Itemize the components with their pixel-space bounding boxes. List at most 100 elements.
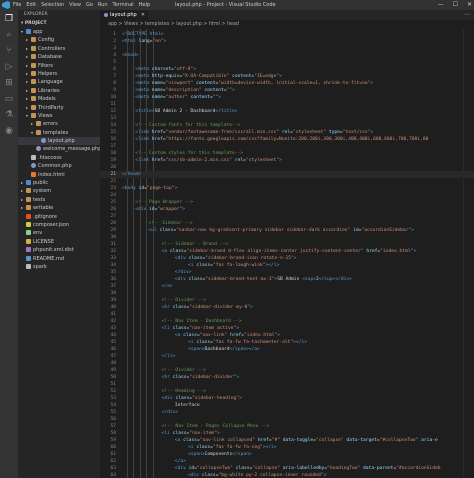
- minimize-button[interactable]: —: [438, 1, 444, 8]
- tree-item[interactable]: ▸ Language: [18, 78, 100, 86]
- code-line[interactable]: 47 </li>: [100, 353, 474, 360]
- code-line[interactable]: 1 <!DOCTYPE html>: [100, 31, 474, 38]
- tree-item[interactable]: README.md: [18, 255, 100, 263]
- code-line[interactable]: 27: [100, 213, 474, 220]
- code-line[interactable]: 48: [100, 360, 474, 367]
- code-line[interactable]: 32 <a class="sidebar-brand d-flex align-i…: [100, 248, 474, 255]
- code-line[interactable]: 21 </head>: [100, 171, 474, 178]
- code-line[interactable]: 56: [100, 416, 474, 423]
- code-line[interactable]: 6 <meta charset="utf-8">: [100, 66, 474, 73]
- code-line[interactable]: 41: [100, 311, 474, 318]
- menu-item-run[interactable]: Run: [98, 2, 108, 8]
- breadcrumb[interactable]: app > Views > templates > layout.php > h…: [100, 20, 474, 29]
- menu-item-help[interactable]: Help: [139, 2, 150, 8]
- tree-item[interactable]: ▸ Filters: [18, 62, 100, 70]
- code-line[interactable]: 42 <!-- Nav Item - Dashboard -->: [100, 318, 474, 325]
- code-line[interactable]: 30: [100, 234, 474, 241]
- git-lens-icon[interactable]: ◉: [4, 126, 14, 136]
- code-line[interactable]: 52 <!-- Heading -->: [100, 388, 474, 395]
- tree-item[interactable]: .htaccess: [18, 154, 100, 162]
- tree-item[interactable]: ▸ Helpers: [18, 70, 100, 78]
- code-line[interactable]: 43 <li class="nav-item active">: [100, 325, 474, 332]
- code-line[interactable]: 22: [100, 178, 474, 185]
- code-line[interactable]: 38: [100, 290, 474, 297]
- code-line[interactable]: 35 </div>: [100, 269, 474, 276]
- code-line[interactable]: 28 <!-- Sidebar -->: [100, 220, 474, 227]
- menu-item-view[interactable]: View: [69, 2, 81, 8]
- menu-item-selection[interactable]: Selection: [41, 2, 64, 8]
- source-control-icon[interactable]: ⑂: [4, 46, 14, 56]
- tree-item[interactable]: layout.php: [18, 137, 100, 146]
- project-root[interactable]: ▾ PROJECT: [18, 20, 100, 28]
- tree-item[interactable]: LICENSE: [18, 238, 100, 246]
- code-line[interactable]: 15 <link href="vendor/fontawesome-free/cs…: [100, 129, 474, 136]
- code-line[interactable]: 49 <!-- Divider -->: [100, 367, 474, 374]
- tree-item[interactable]: ▸ ThirdParty: [18, 104, 100, 112]
- code-line[interactable]: 57 <!-- Nav Item - Pages Collapse Menu --…: [100, 423, 474, 430]
- code-line[interactable]: 4 <head>: [100, 52, 474, 59]
- tree-item[interactable]: ▸ system: [18, 187, 100, 195]
- code-line[interactable]: 33 <div class="sidebar-brand-icon rotate-…: [100, 255, 474, 262]
- code-line[interactable]: 60 <i class="fas fa-fw fa-cog"></i>: [100, 444, 474, 451]
- tree-item[interactable]: Common.php: [18, 162, 100, 170]
- code-line[interactable]: 46 <span>Dashboard</span></a>: [100, 346, 474, 353]
- menu-item-file[interactable]: File: [13, 2, 21, 8]
- code-line[interactable]: 34 <i class="fas fa-laugh-wink"></i>: [100, 262, 474, 269]
- code-line[interactable]: 7 <meta http-equiv="X-UA-Compatible" cont…: [100, 73, 474, 80]
- extensions-icon[interactable]: ⊞: [4, 78, 14, 88]
- code-line[interactable]: 45 <i class="fas fa-fw fa-tachometer-alt"…: [100, 339, 474, 346]
- code-line[interactable]: 36 <div class="sidebar-brand-text mx-3">S…: [100, 276, 474, 283]
- code-line[interactable]: 50 <hr class="sidebar-divider">: [100, 374, 474, 381]
- code-line[interactable]: 19 <link href="css/sb-admin-2.min.css" re…: [100, 157, 474, 164]
- search-icon[interactable]: ⌕: [4, 30, 14, 40]
- tree-item[interactable]: ▸ Libraries: [18, 87, 100, 95]
- code-editor[interactable]: 1 <!DOCTYPE html> 2 <html lang="en"> 3 4 <head…: [100, 29, 474, 478]
- tree-item[interactable]: ▸ Controllers: [18, 45, 100, 53]
- tree-item[interactable]: ▸ writable: [18, 204, 100, 212]
- code-line[interactable]: 2 <html lang="en">: [100, 38, 474, 45]
- code-line[interactable]: 13: [100, 115, 474, 122]
- tree-item[interactable]: ▸ public: [18, 179, 100, 187]
- explorer-icon[interactable]: ❐: [4, 14, 14, 24]
- code-line[interactable]: 53 <div class="sidebar-heading">: [100, 395, 474, 402]
- remote-explorer-icon[interactable]: ▭: [4, 94, 14, 104]
- menu-item-edit[interactable]: Edit: [26, 2, 36, 8]
- code-line[interactable]: 58 <li class="nav-item">: [100, 430, 474, 437]
- menu-item-go[interactable]: Go: [86, 2, 93, 8]
- tree-item[interactable]: ▸ tests: [18, 196, 100, 204]
- tree-item[interactable]: ▸ Config: [18, 36, 100, 44]
- close-icon[interactable]: ✕: [141, 10, 145, 20]
- tree-item[interactable]: ▸ Database: [18, 53, 100, 61]
- code-line[interactable]: 17: [100, 143, 474, 150]
- code-line[interactable]: 11: [100, 101, 474, 108]
- code-line[interactable]: 29 <ul class="navbar-nav bg-gradient-prim…: [100, 227, 474, 234]
- code-line[interactable]: 20: [100, 164, 474, 171]
- code-line[interactable]: 9 <meta name="description" content="">: [100, 87, 474, 94]
- code-line[interactable]: 63 <div id="collapseTwo" class="collapse"…: [100, 465, 474, 472]
- code-line[interactable]: 39 <!-- Divider -->: [100, 297, 474, 304]
- code-line[interactable]: 62 </a>: [100, 458, 474, 465]
- code-line[interactable]: 16 <link href="https://fonts.googleapis.c…: [100, 136, 474, 143]
- code-line[interactable]: 59 <a class="nav-link collapsed" href="#"…: [100, 437, 474, 444]
- more-actions-icon[interactable]: ⋯: [464, 10, 470, 20]
- code-line[interactable]: 25 <!-- Page Wrapper -->: [100, 199, 474, 206]
- tree-item[interactable]: ▾ templates: [18, 129, 100, 137]
- tree-item[interactable]: spark: [18, 263, 100, 271]
- code-line[interactable]: 31 <!-- Sidebar - Brand -->: [100, 241, 474, 248]
- code-line[interactable]: 5: [100, 59, 474, 66]
- maximize-button[interactable]: ☐: [453, 1, 458, 8]
- menu-item-terminal[interactable]: Terminal: [113, 2, 134, 8]
- tree-item[interactable]: composer.json: [18, 221, 100, 229]
- tree-item[interactable]: ▾ app: [18, 28, 100, 36]
- code-line[interactable]: 51: [100, 381, 474, 388]
- code-line[interactable]: 64 <div class="bg-white py-2 collapse-inn…: [100, 472, 474, 478]
- code-line[interactable]: 26 <div id="wrapper">: [100, 206, 474, 213]
- code-line[interactable]: 44 <a class="nav-link" href="index.html">: [100, 332, 474, 339]
- test-icon[interactable]: ⚗: [4, 110, 14, 120]
- tree-item[interactable]: ▸ errors: [18, 120, 100, 128]
- tree-item[interactable]: ▸ Models: [18, 95, 100, 103]
- code-line[interactable]: 23 <body id="page-top">: [100, 185, 474, 192]
- tab-layout-php[interactable]: layout.php ✕: [100, 10, 148, 20]
- code-line[interactable]: 37 </a>: [100, 283, 474, 290]
- code-line[interactable]: 61 <span>Components</span>: [100, 451, 474, 458]
